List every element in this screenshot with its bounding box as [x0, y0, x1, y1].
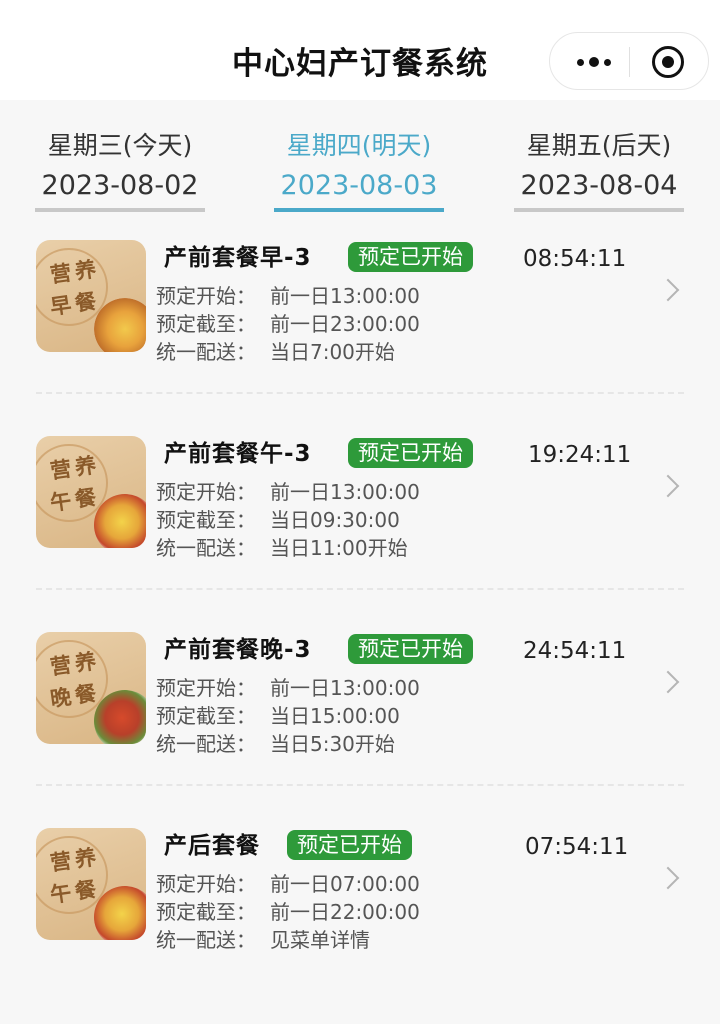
- meal-name: 产前套餐早-3: [164, 245, 312, 271]
- delivery-row: 统一配送： 见菜单详情: [156, 928, 370, 952]
- status-badge: 预定已开始: [287, 830, 412, 860]
- meal-thumbnail: 营养 早餐: [36, 240, 146, 352]
- start-row: 预定开始： 前一日13:00:00: [156, 676, 420, 700]
- tab-weekday: 星期五(后天): [526, 131, 672, 160]
- start-row: 预定开始： 前一日13:00:00: [156, 284, 420, 308]
- tab-underline: [274, 208, 444, 212]
- countdown: 08:54:11: [523, 246, 627, 272]
- tab-day-after-tomorrow[interactable]: 星期五(后天) 2023-08-04: [504, 128, 694, 214]
- chevron-right-icon: [656, 670, 680, 694]
- start-row: 预定开始： 前一日07:00:00: [156, 872, 420, 896]
- start-row: 预定开始： 前一日13:00:00: [156, 480, 420, 504]
- more-icon[interactable]: [570, 33, 618, 91]
- meal-item-dinner[interactable]: 营养 晚餐 产前套餐晚-3 预定已开始 24:54:11 预定开始： 前一日13:…: [0, 632, 720, 828]
- delivery-row: 统一配送： 当日11:00开始: [156, 536, 408, 560]
- meal-name: 产前套餐午-3: [164, 441, 312, 467]
- chevron-right-icon: [656, 866, 680, 890]
- tab-today[interactable]: 星期三(今天) 2023-08-02: [25, 128, 215, 214]
- tab-weekday: 星期四(明天): [286, 131, 432, 160]
- tab-date: 2023-08-03: [280, 170, 438, 201]
- meal-name: 产后套餐: [164, 833, 260, 859]
- meal-thumbnail: 营养 午餐: [36, 436, 146, 548]
- mini-program-capsule: [549, 32, 709, 90]
- meal-thumbnail: 营养 晚餐: [36, 632, 146, 744]
- delivery-row: 统一配送： 当日5:30开始: [156, 732, 395, 756]
- close-miniprogram-icon[interactable]: [652, 46, 684, 78]
- delivery-row: 统一配送： 当日7:00开始: [156, 340, 395, 364]
- end-row: 预定截至： 当日15:00:00: [156, 704, 400, 728]
- divider: [36, 392, 684, 394]
- tab-tomorrow[interactable]: 星期四(明天) 2023-08-03: [264, 128, 454, 214]
- meal-item-lunch[interactable]: 营养 午餐 产前套餐午-3 预定已开始 19:24:11 预定开始： 前一日13:…: [0, 436, 720, 632]
- tab-underline: [35, 208, 205, 212]
- meal-thumbnail: 营养 午餐: [36, 828, 146, 940]
- chevron-right-icon: [656, 474, 680, 498]
- status-badge: 预定已开始: [348, 634, 473, 664]
- status-badge: 预定已开始: [348, 438, 473, 468]
- end-row: 预定截至： 当日09:30:00: [156, 508, 400, 532]
- tab-date: 2023-08-02: [41, 170, 199, 201]
- meal-name: 产前套餐晚-3: [164, 637, 312, 663]
- divider: [36, 588, 684, 590]
- countdown: 19:24:11: [528, 442, 632, 468]
- chevron-right-icon: [656, 278, 680, 302]
- meal-item-postpartum[interactable]: 营养 午餐 产后套餐 预定已开始 07:54:11 预定开始： 前一日07:00:…: [0, 828, 720, 1024]
- tab-date: 2023-08-04: [520, 170, 678, 201]
- tab-underline: [514, 208, 684, 212]
- meal-item-breakfast[interactable]: 营养 早餐 产前套餐早-3 预定已开始 08:54:11 预定开始： 前一日13:…: [0, 240, 720, 436]
- countdown: 07:54:11: [525, 834, 629, 860]
- end-row: 预定截至： 前一日23:00:00: [156, 312, 420, 336]
- status-badge: 预定已开始: [348, 242, 473, 272]
- capsule-divider: [629, 47, 630, 77]
- divider: [36, 784, 684, 786]
- nav-bar: 中心妇产订餐系统: [0, 0, 720, 100]
- countdown: 24:54:11: [523, 638, 627, 664]
- tab-weekday: 星期三(今天): [47, 131, 193, 160]
- end-row: 预定截至： 前一日22:00:00: [156, 900, 420, 924]
